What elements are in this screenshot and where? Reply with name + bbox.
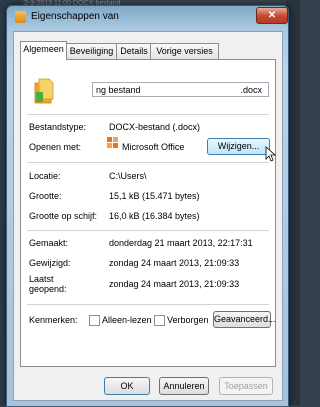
properties-dialog: Eigenschappen van ✕ Algemeen Beveiliging… (6, 5, 289, 407)
disk-size-value: 16,0 kB (16.384 bytes) (109, 211, 200, 221)
microsoft-office-icon (107, 137, 118, 148)
mouse-cursor-icon (265, 146, 277, 162)
tab-vorige-versies[interactable]: Vorige versies (150, 43, 219, 59)
tab-algemeen[interactable]: Algemeen (20, 41, 67, 60)
file-name-value: ng bestand (96, 85, 141, 95)
separator (27, 114, 269, 115)
file-name-field[interactable]: ng bestand .docx (92, 82, 269, 97)
separator (27, 162, 269, 163)
tab-beveiliging[interactable]: Beveiliging (65, 43, 118, 59)
cancel-button[interactable]: Annuleren (159, 377, 209, 395)
docx-file-icon (34, 78, 54, 104)
readonly-checkbox[interactable] (89, 315, 100, 326)
accessed-label-line2: geopend: (29, 284, 67, 294)
apply-button[interactable]: Toepassen (219, 377, 273, 395)
modified-value: zondag 24 maart 2013, 21:09:33 (109, 258, 240, 268)
accessed-value: zondag 24 maart 2013, 21:09:33 (109, 279, 240, 289)
general-tab-panel: ng bestand .docx Bestandstype: DOCX-best… (20, 59, 277, 367)
opens-with-label: Openen met: (29, 142, 82, 152)
created-value: donderdag 21 maart 2013, 22:17:31 (109, 238, 253, 248)
window-title: Eigenschappen van (31, 11, 119, 22)
separator (27, 304, 269, 305)
file-extension: .docx (240, 85, 262, 95)
separator (27, 230, 269, 231)
created-label: Gemaakt: (29, 238, 69, 248)
tab-details[interactable]: Details (116, 43, 152, 59)
advanced-button[interactable]: Geavanceerd... (213, 311, 276, 328)
size-value: 15,1 kB (15.471 bytes) (109, 191, 200, 201)
change-button[interactable]: Wijzigen... (207, 138, 270, 155)
hidden-checkbox[interactable] (154, 315, 165, 326)
size-label: Grootte: (29, 191, 62, 201)
close-button[interactable]: ✕ (256, 7, 288, 24)
disk-size-label: Grootte op schijf: (29, 211, 98, 221)
accessed-label-line1: Laatst (29, 274, 54, 284)
location-label: Locatie: (29, 171, 61, 181)
attributes-label: Kenmerken: (29, 315, 78, 325)
location-value: C:\Users\ (109, 171, 147, 181)
ok-button[interactable]: OK (104, 377, 150, 395)
modified-label: Gewijzigd: (29, 258, 71, 268)
hidden-label: Verborgen (167, 315, 209, 325)
type-value: DOCX-bestand (.docx) (109, 122, 201, 132)
readonly-label: Alleen-lezen (102, 315, 152, 325)
dialog-client-area: Algemeen Beveiliging Details Vorige vers… (13, 31, 283, 401)
opens-with-value: Microsoft Office (122, 142, 185, 152)
type-label: Bestandstype: (29, 122, 87, 132)
file-icon-small (15, 11, 26, 23)
